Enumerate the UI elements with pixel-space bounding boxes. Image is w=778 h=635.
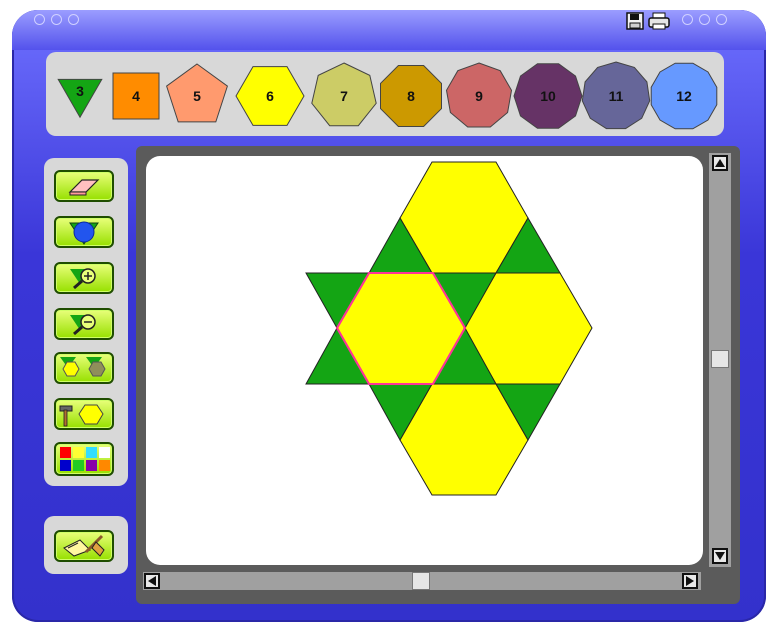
shape-button-7[interactable]: 7 [309, 61, 379, 131]
window-dot[interactable] [682, 14, 693, 25]
zoom-in-icon [70, 268, 96, 290]
shape-button-11[interactable]: 11 [580, 60, 652, 132]
shape-button-10[interactable]: 10 [512, 60, 584, 132]
shape-label: 6 [266, 88, 274, 104]
print-icon[interactable] [648, 12, 670, 34]
scroll-right-button[interactable] [682, 573, 698, 589]
hammer-icon [59, 404, 104, 427]
shape-button-5[interactable]: 5 [163, 62, 231, 130]
shape-label: 9 [475, 88, 483, 104]
pentagon-icon: 5 [166, 63, 228, 123]
shape-button-4[interactable]: 4 [109, 69, 163, 123]
window-dot[interactable] [68, 14, 79, 25]
shape-label: 11 [609, 88, 624, 104]
pattern-drawing[interactable] [146, 156, 703, 565]
horizontal-scroll-thumb[interactable] [412, 572, 430, 590]
right-window-dots [682, 14, 727, 25]
palette-icon [60, 447, 110, 471]
dodecagon-icon: 12 [650, 62, 718, 130]
save-icon[interactable] [626, 12, 644, 34]
window-dot[interactable] [699, 14, 710, 25]
heptagon-icon: 7 [311, 62, 377, 127]
clone-icon [60, 357, 106, 377]
clear-tool[interactable] [54, 530, 114, 562]
eraser-tool[interactable] [54, 170, 114, 202]
shape-label: 5 [193, 88, 201, 104]
drawing-canvas[interactable] [146, 156, 703, 565]
arrow-down-icon [715, 552, 725, 560]
shape-button-9[interactable]: 9 [444, 61, 514, 131]
build-tool[interactable] [54, 398, 114, 430]
scroll-down-button[interactable] [712, 548, 728, 564]
arrow-right-icon [686, 576, 694, 586]
color-palette-tool[interactable] [54, 442, 114, 476]
hendecagon-icon: 11 [581, 61, 651, 130]
vertical-scroll-thumb[interactable] [711, 350, 729, 368]
shape-label: 12 [676, 88, 692, 104]
shape-label: 7 [340, 88, 348, 104]
nonagon-icon: 9 [445, 62, 513, 128]
square-icon: 4 [112, 72, 160, 120]
decagon-icon: 10 [513, 63, 583, 129]
clone-tool[interactable] [54, 352, 114, 384]
shape-button-6[interactable]: 6 [234, 60, 306, 132]
shape-button-8[interactable]: 8 [376, 61, 446, 131]
shape-label: 8 [407, 88, 415, 104]
arrow-left-icon [148, 576, 156, 586]
zoom-out-icon [70, 314, 96, 336]
shape-label: 4 [132, 88, 140, 104]
window-dot[interactable] [716, 14, 727, 25]
shape-label: 10 [540, 88, 556, 104]
zoom-out-tool[interactable] [54, 308, 114, 340]
broom-icon [63, 534, 105, 557]
rotate-tool[interactable] [54, 216, 114, 248]
eraser-icon [68, 179, 100, 196]
shape-label: 3 [76, 83, 84, 99]
arrow-up-icon [715, 159, 725, 167]
left-window-dots [34, 14, 79, 25]
window-dot[interactable] [51, 14, 62, 25]
zoom-in-tool[interactable] [54, 262, 114, 294]
shape-button-3[interactable]: 3 [54, 70, 106, 122]
octagon-icon: 8 [380, 65, 442, 127]
scroll-up-button[interactable] [712, 155, 728, 171]
scroll-left-button[interactable] [144, 573, 160, 589]
shape-button-12[interactable]: 12 [648, 60, 720, 132]
hexagon-icon: 6 [235, 66, 305, 126]
window-dot[interactable] [34, 14, 45, 25]
rotate-icon [69, 221, 99, 245]
triangle-icon: 3 [57, 78, 103, 119]
